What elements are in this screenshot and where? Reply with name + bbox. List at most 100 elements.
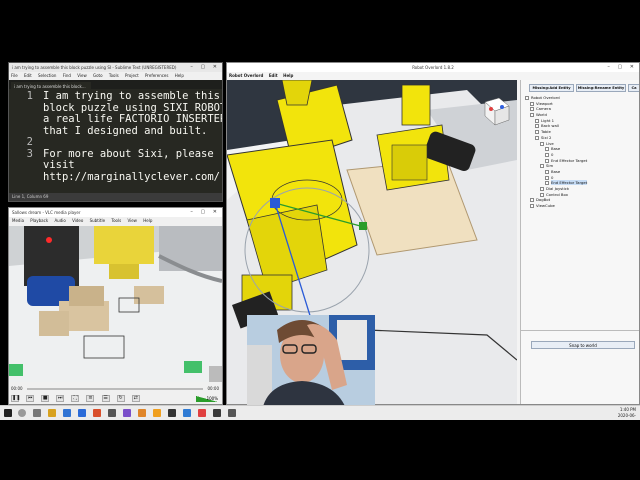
vlc-taskbar-icon[interactable] bbox=[153, 409, 161, 417]
volume-slider[interactable]: 100% bbox=[196, 396, 218, 402]
tree-item-label: End Effector Target bbox=[551, 180, 588, 186]
menu-preferences[interactable]: Preferences bbox=[145, 73, 169, 78]
window-controls-icon[interactable]: – ▢ ✕ bbox=[190, 208, 220, 217]
steam-icon[interactable] bbox=[108, 409, 116, 417]
time-total: 00:00 bbox=[207, 386, 219, 391]
tree-item-label: Base bbox=[551, 168, 561, 174]
shuffle-icon[interactable]: ⇄ bbox=[131, 395, 140, 402]
playlist-icon[interactable]: ☰ bbox=[101, 395, 110, 402]
robot-menubar: Robot Overlord Edit Help bbox=[227, 72, 639, 80]
app-icon-2[interactable] bbox=[198, 409, 206, 417]
loop-icon[interactable]: ↻ bbox=[116, 395, 125, 402]
menu-file[interactable]: File bbox=[11, 73, 18, 78]
menu-help[interactable]: Help bbox=[283, 73, 293, 78]
tree-node-icon bbox=[545, 152, 549, 157]
task-view-icon[interactable] bbox=[33, 409, 41, 417]
start-icon[interactable] bbox=[4, 409, 12, 417]
tree-item-label: Table bbox=[541, 129, 551, 135]
tree-item-label: Camera bbox=[536, 106, 551, 112]
tree-node-icon bbox=[540, 164, 544, 169]
add-entity-button[interactable]: Missing:Add Entity bbox=[529, 84, 574, 92]
snap-to-world-button[interactable]: Snap to world bbox=[531, 341, 635, 349]
menu-edit[interactable]: Edit bbox=[24, 73, 32, 78]
tree-node-icon bbox=[540, 187, 544, 191]
app-icon[interactable] bbox=[123, 409, 131, 417]
pause-icon[interactable]: ❚❚ bbox=[11, 395, 20, 402]
menu-find[interactable]: Find bbox=[63, 73, 71, 78]
code-line: visit bbox=[43, 159, 75, 171]
sublime-text-window[interactable]: i am trying to assemble this block puzzl… bbox=[8, 62, 223, 202]
stop-icon[interactable]: ■ bbox=[41, 395, 50, 402]
tree-item[interactable]: ViewCube bbox=[525, 203, 637, 209]
menu-help[interactable]: Help bbox=[143, 218, 152, 223]
tree-node-icon bbox=[540, 192, 544, 197]
tree-node-icon bbox=[545, 181, 549, 186]
menu-playback[interactable]: Playback bbox=[30, 218, 48, 223]
tree-item-label: End Effector Target bbox=[551, 157, 588, 163]
tree-node-icon bbox=[530, 113, 534, 118]
menu-view[interactable]: View bbox=[77, 73, 87, 78]
fullscreen-icon[interactable]: ⛶ bbox=[71, 395, 80, 402]
menu-subtitle[interactable]: Subtitle bbox=[90, 218, 105, 223]
obs-icon[interactable] bbox=[168, 409, 176, 417]
search-icon[interactable] bbox=[18, 409, 26, 417]
video-frame[interactable] bbox=[9, 226, 222, 382]
sublime-taskbar-icon[interactable] bbox=[213, 409, 221, 417]
java-icon[interactable] bbox=[183, 409, 191, 417]
previous-icon[interactable]: ⏮ bbox=[26, 395, 35, 402]
sublime-menubar: File Edit Selection Find View Goto Tools… bbox=[9, 72, 222, 80]
tree-item-label: Robot Overlord bbox=[531, 95, 560, 100]
robot-title: Robot Overlord 1.8.2 bbox=[412, 65, 454, 70]
menu-robot-overlord[interactable]: Robot Overlord bbox=[229, 73, 263, 78]
menu-selection[interactable]: Selection bbox=[38, 73, 56, 78]
player-controls: ❚❚ ⏮ ■ ⏭ ⛶ ≡ ☰ ↻ ⇄ 100% bbox=[11, 395, 222, 404]
tree-item-label: Light 1 bbox=[541, 117, 555, 123]
tree-item-label: Live bbox=[546, 140, 554, 146]
menu-edit[interactable]: Edit bbox=[269, 73, 278, 78]
tree-node-icon bbox=[525, 96, 529, 100]
seek-bar[interactable] bbox=[27, 388, 203, 390]
robot-camera-video bbox=[9, 226, 222, 382]
window-controls-icon[interactable]: – ▢ ✕ bbox=[607, 63, 637, 72]
line-number: 2 bbox=[26, 136, 33, 148]
volume-value: 100% bbox=[206, 396, 218, 401]
rename-entity-button[interactable]: Missing:Rename Entity bbox=[576, 84, 626, 92]
mail-icon[interactable] bbox=[78, 409, 86, 417]
file-explorer-icon[interactable] bbox=[48, 409, 56, 417]
menu-help[interactable]: Help bbox=[175, 73, 184, 78]
system-clock[interactable]: 1:40 PM 2020-06- bbox=[618, 407, 636, 419]
taskbar: 1:40 PM 2020-06- bbox=[0, 405, 640, 420]
extended-settings-icon[interactable]: ≡ bbox=[86, 395, 95, 402]
menu-tools[interactable]: Tools bbox=[109, 73, 119, 78]
blender-icon[interactable] bbox=[138, 409, 146, 417]
terminal-icon[interactable] bbox=[228, 409, 236, 417]
tree-item-label: DogBot bbox=[536, 197, 551, 203]
entity-tree[interactable]: Robot Overlord Viewport Camera World Light 1… bbox=[525, 95, 637, 209]
code-editor[interactable]: 1 I am trying to assemble this block puz… bbox=[9, 90, 222, 194]
presenter-webcam bbox=[247, 315, 375, 411]
tree-node-icon bbox=[545, 169, 549, 174]
chrome-icon[interactable] bbox=[93, 409, 101, 417]
seek-area: 00:00 00:00 bbox=[9, 384, 222, 394]
menu-media[interactable]: Media bbox=[12, 218, 24, 223]
menu-video[interactable]: Video bbox=[72, 218, 83, 223]
entity-panel: Missing:Add Entity Missing:Rename Entity… bbox=[520, 80, 639, 404]
menu-goto[interactable]: Goto bbox=[93, 73, 103, 78]
sublime-titlebar: i am trying to assemble this block puzzl… bbox=[9, 63, 222, 72]
vlc-window[interactable]: Sallows dream - VLC media player – ▢ ✕ M… bbox=[8, 207, 223, 405]
window-controls-icon[interactable]: – ▢ ✕ bbox=[190, 63, 220, 72]
next-icon[interactable]: ⏭ bbox=[56, 395, 65, 402]
edge-browser-icon[interactable] bbox=[63, 409, 71, 417]
menu-view[interactable]: View bbox=[127, 218, 137, 223]
menu-project[interactable]: Project bbox=[125, 73, 139, 78]
tree-node-icon bbox=[535, 124, 539, 129]
menu-audio[interactable]: Audio bbox=[54, 218, 65, 223]
clock-date: 2020-06- bbox=[617, 413, 636, 418]
extra-button[interactable]: Ca bbox=[628, 84, 639, 92]
tree-item-label: Base bbox=[551, 146, 561, 152]
menu-tools[interactable]: Tools bbox=[111, 218, 121, 223]
sublime-title: i am trying to assemble this block puzzl… bbox=[12, 65, 177, 70]
tree-item-label: Viewport bbox=[536, 100, 553, 106]
tree-item-label: Sixi 2 bbox=[541, 134, 552, 140]
tree-node-icon bbox=[530, 101, 534, 106]
